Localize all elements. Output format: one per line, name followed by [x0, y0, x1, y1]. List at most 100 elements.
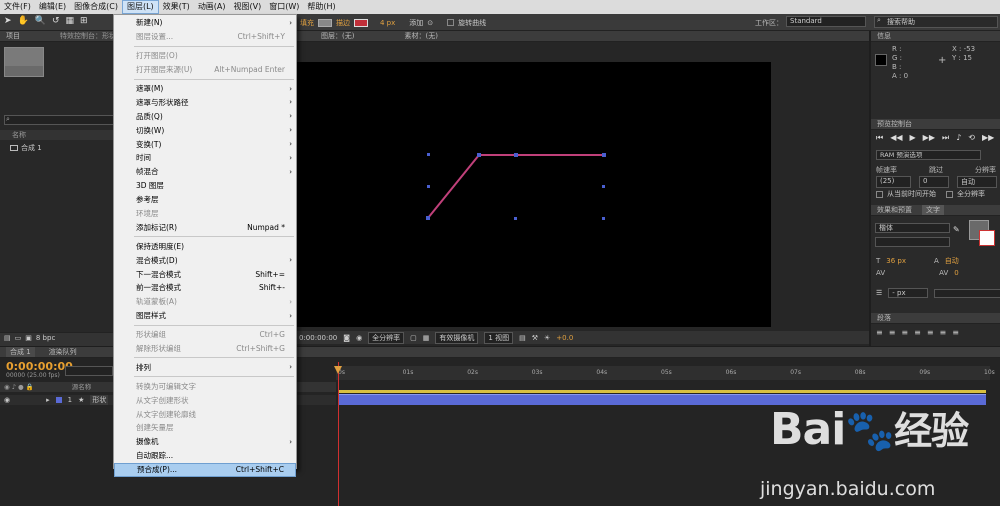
selection-tool-icon[interactable]: ➤: [4, 16, 12, 29]
stroke-swatch[interactable]: [354, 18, 368, 27]
justify-center-icon[interactable]: ≡: [927, 328, 934, 337]
shape-layer-path[interactable]: [420, 145, 620, 230]
roi-icon[interactable]: ▢: [410, 334, 417, 342]
menu-item[interactable]: 品质(Q) ›: [114, 109, 296, 123]
views-select[interactable]: 1 视图: [484, 331, 514, 344]
first-frame-icon[interactable]: ⏮: [876, 133, 883, 143]
menu-item[interactable]: 参考层: [114, 193, 296, 207]
menu-6[interactable]: 动画(A): [194, 0, 230, 14]
audio-icon[interactable]: ♪: [956, 133, 961, 143]
work-area-bar[interactable]: [338, 390, 986, 393]
render-queue-tab[interactable]: 渲染队列: [49, 347, 77, 357]
menu-7[interactable]: 视图(V): [230, 0, 266, 14]
menu-item[interactable]: 形状编组 Ctrl+G: [114, 328, 296, 342]
stroke-type-select[interactable]: [934, 288, 1000, 298]
menu-3[interactable]: 图像合成(C): [70, 0, 122, 14]
fill-label[interactable]: 填充: [300, 18, 314, 28]
menu-item[interactable]: 变换(T) ›: [114, 137, 296, 151]
menu-item[interactable]: 切换(W) ›: [114, 123, 296, 137]
expand-arrow-icon[interactable]: ▸: [46, 396, 50, 404]
justify-left-icon[interactable]: ≡: [914, 328, 921, 337]
layer-name[interactable]: 形状: [90, 395, 109, 405]
info-panel-header[interactable]: 信息: [871, 31, 1000, 42]
menu-item[interactable]: 打开图层(O): [114, 49, 296, 63]
new-comp-icon[interactable]: ▣: [25, 334, 32, 342]
layer-color-label[interactable]: [55, 397, 62, 403]
add-label[interactable]: 添加: [409, 18, 423, 28]
eyedropper-icon[interactable]: ✎: [953, 225, 960, 234]
menu-item[interactable]: 排列 ›: [114, 360, 296, 374]
menu-item[interactable]: 新建(N) ›: [114, 16, 296, 30]
last-frame-icon[interactable]: ⏭: [942, 133, 949, 143]
camera-select[interactable]: 有效摄像机: [435, 331, 479, 344]
workspace-select[interactable]: Standard: [786, 16, 866, 27]
rotobezier-checkbox[interactable]: [447, 19, 455, 26]
preview-panel-header[interactable]: 预览控制台: [871, 119, 1000, 130]
menu-item[interactable]: 前一混合模式 Shift+-: [114, 281, 296, 295]
effects-control-tab[interactable]: 特效控制台：形状: [60, 31, 116, 41]
menu-item[interactable]: 添加标记(R) Numpad *: [114, 220, 296, 234]
menu-item[interactable]: 创建矢量层: [114, 421, 296, 435]
fill-swatch[interactable]: [318, 18, 332, 27]
tracking-value[interactable]: 0: [954, 269, 958, 277]
interpret-footage-icon[interactable]: ▤: [4, 334, 11, 342]
exposure-value[interactable]: +0.0: [556, 334, 573, 342]
menu-item[interactable]: 预合成(P)... Ctrl+Shift+C: [114, 462, 296, 477]
ram-preview-icon[interactable]: ▶▶: [982, 133, 994, 143]
time-ruler[interactable]: 0s 01s 02s 03s 04s 05s 06s 07s 08s 09s 10s: [336, 366, 995, 380]
hand-tool-icon[interactable]: ✋: [18, 16, 29, 29]
leading-value[interactable]: 自动: [945, 256, 959, 266]
prev-frame-icon[interactable]: ◀◀: [890, 133, 902, 143]
menu-item[interactable]: 保持透明度(E): [114, 239, 296, 253]
resolution-select[interactable]: 全分辨率: [368, 331, 405, 344]
menu-item[interactable]: 摄像机 ›: [114, 435, 296, 449]
layer-tab[interactable]: 图层：(无): [321, 31, 354, 41]
paragraph-header[interactable]: 段落: [871, 313, 1000, 324]
menu-8[interactable]: 窗口(W): [265, 0, 303, 14]
project-search-input[interactable]: [4, 115, 114, 125]
project-tab[interactable]: 项目: [6, 32, 20, 40]
font-family-select[interactable]: 楷体: [875, 223, 950, 233]
grid-icon[interactable]: ▤: [519, 334, 526, 342]
fps-select[interactable]: (25): [876, 176, 911, 188]
bpc-label[interactable]: 8 bpc: [36, 334, 55, 342]
menu-1[interactable]: 文件(F): [0, 0, 35, 14]
menu-2[interactable]: 编辑(E): [35, 0, 70, 14]
menu-item[interactable]: 下一混合模式 Shift+=: [114, 267, 296, 281]
align-right-icon[interactable]: ≡: [901, 328, 908, 337]
menu-item[interactable]: 从文字创建形状: [114, 393, 296, 407]
font-size-value[interactable]: 36 px: [886, 257, 906, 265]
stroke-label[interactable]: 描边: [336, 18, 350, 28]
exposure-icon[interactable]: ☀: [544, 334, 550, 342]
zoom-tool-icon[interactable]: 🔍: [35, 16, 46, 29]
footage-tab[interactable]: 素材：(无): [404, 31, 437, 41]
menu-item[interactable]: 轨道蒙板(A) ›: [114, 295, 296, 309]
current-time-indicator[interactable]: [338, 362, 339, 506]
viewer-timecode[interactable]: 0:00:00:00: [299, 334, 337, 342]
menu-item[interactable]: 遮罩(M) ›: [114, 82, 296, 96]
next-frame-icon[interactable]: ▶▶: [923, 133, 935, 143]
search-help-input[interactable]: 搜索帮助: [874, 16, 998, 28]
menu-4[interactable]: 图层(L): [121, 0, 159, 14]
justify-all-icon[interactable]: ≡: [952, 328, 959, 337]
timeline-tab-comp1[interactable]: 合成 1: [6, 347, 35, 357]
camera-tool-icon[interactable]: ▦: [66, 16, 75, 29]
skip-select[interactable]: 0: [919, 176, 949, 188]
timeline-search-input[interactable]: [65, 366, 113, 376]
menu-item[interactable]: 解除形状编组 Ctrl+Shift+G: [114, 342, 296, 356]
stroke-color-swatch[interactable]: [979, 230, 995, 246]
resolution-select[interactable]: 自动: [957, 176, 997, 188]
ram-preview-select[interactable]: RAM 预演选项: [876, 150, 981, 160]
pan-tool-icon[interactable]: ⊞: [80, 16, 88, 29]
menu-item[interactable]: 遮罩与形状路径 ›: [114, 95, 296, 109]
play-icon[interactable]: ▶: [910, 133, 916, 143]
menu-item[interactable]: 从文字创建轮廓线: [114, 407, 296, 421]
effects-presets-tab[interactable]: 效果和预置: [877, 205, 912, 215]
snapshot-icon[interactable]: ◙: [343, 334, 350, 342]
menu-9[interactable]: 帮助(H): [303, 0, 339, 14]
loop-icon[interactable]: ⟲: [968, 133, 975, 143]
channels-icon[interactable]: ◉: [356, 334, 362, 342]
text-tab[interactable]: 文字: [922, 205, 944, 215]
rotate-tool-icon[interactable]: ↺: [52, 16, 60, 29]
menu-item[interactable]: 混合模式(D) ›: [114, 253, 296, 267]
